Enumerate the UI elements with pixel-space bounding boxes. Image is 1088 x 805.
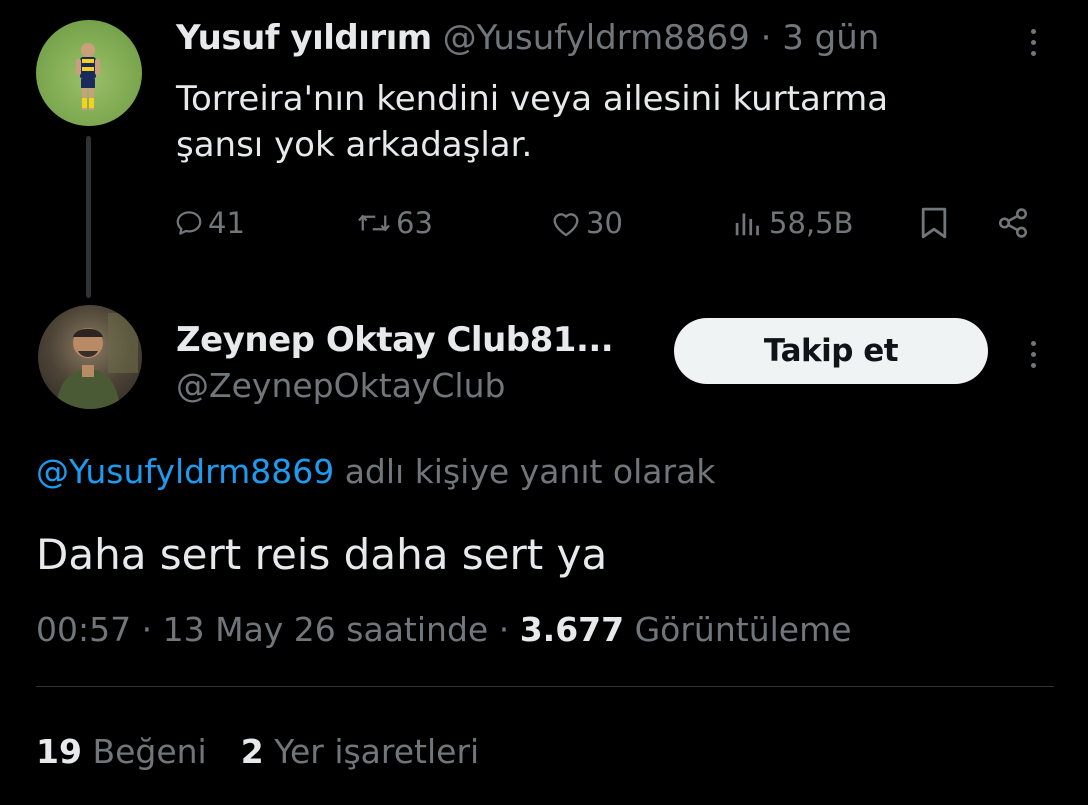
views-button[interactable]: 58,5B: [731, 203, 853, 243]
reply-count: 41: [208, 206, 245, 240]
share-icon: [998, 208, 1028, 238]
retweet-button[interactable]: 63: [356, 203, 433, 243]
reply-icon: [176, 211, 202, 235]
retweet-icon: [358, 215, 390, 231]
bookmark-button[interactable]: [918, 203, 950, 243]
bookmark-icon: [921, 207, 947, 239]
reply-more-options-icon[interactable]: [1018, 334, 1048, 374]
reply-author-name[interactable]: Zeynep Oktay Club81...: [176, 318, 614, 362]
parent-tweet-header: Yusuf yıldırım @Yusufyldrm8869 · 3 gün: [176, 16, 879, 60]
reply-author-handle[interactable]: @ZeynepOktayClub: [176, 364, 505, 408]
reply-avatar[interactable]: [38, 305, 142, 409]
bookmarks-label: Yer işaretleri: [274, 732, 480, 771]
likes-label: Beğeni: [92, 732, 207, 771]
parent-text-line-2: şansı yok arkadaşlar.: [176, 125, 533, 165]
views-total: 3.677: [519, 610, 625, 649]
header-separator: ·: [760, 18, 772, 58]
retweet-count: 63: [396, 206, 433, 240]
replying-to-suffix: adlı kişiye yanıt olarak: [344, 452, 716, 491]
like-count: 30: [586, 206, 623, 240]
like-button[interactable]: 30: [550, 203, 623, 243]
player-figure: [76, 43, 100, 110]
parent-text-line-1: Torreira'nın kendini veya ailesini kurta…: [176, 79, 889, 119]
parent-tweet-text: Torreira'nın kendini veya ailesini kurta…: [176, 76, 996, 168]
likes-count: 19: [36, 732, 82, 771]
parent-more-options-icon[interactable]: [1018, 22, 1048, 62]
parent-avatar[interactable]: [36, 20, 142, 126]
reply-tweet-text: Daha sert reis daha sert ya: [36, 530, 608, 579]
parent-author-name[interactable]: Yusuf yıldırım: [176, 18, 432, 58]
meta-separator-2: ·: [498, 610, 510, 649]
likes-stat[interactable]: 19 Beğeni: [36, 732, 207, 771]
views-count: 58,5B: [769, 206, 854, 240]
tweet-date[interactable]: 13 May 26 saatinde: [163, 610, 489, 649]
profile-photo: [56, 313, 138, 409]
parent-time-ago[interactable]: 3 gün: [782, 18, 879, 58]
views-icon: [735, 213, 759, 236]
share-button[interactable]: [996, 203, 1030, 243]
views-label: Görüntüleme: [634, 610, 852, 649]
meta-separator-1: ·: [141, 610, 153, 649]
thread-connector-line: [86, 136, 91, 298]
replying-to-mention[interactable]: @Yusufyldrm8869: [36, 452, 334, 491]
bookmarks-stat[interactable]: 2 Yer işaretleri: [241, 732, 479, 771]
tweet-meta-line: 00:57 · 13 May 26 saatinde · 3.677 Görün…: [36, 608, 852, 652]
replying-to-line: @Yusufyldrm8869 adlı kişiye yanıt olarak: [36, 450, 715, 494]
reply-button[interactable]: 41: [174, 203, 245, 243]
parent-author-handle[interactable]: @Yusufyldrm8869: [443, 18, 750, 58]
heart-icon: [553, 213, 579, 237]
divider: [36, 686, 1054, 687]
bookmarks-count: 2: [240, 732, 264, 771]
tweet-time[interactable]: 00:57: [36, 610, 131, 649]
follow-button[interactable]: Takip et: [674, 318, 988, 384]
engagement-stats: 19 Beğeni 2 Yer işaretleri: [36, 730, 479, 774]
